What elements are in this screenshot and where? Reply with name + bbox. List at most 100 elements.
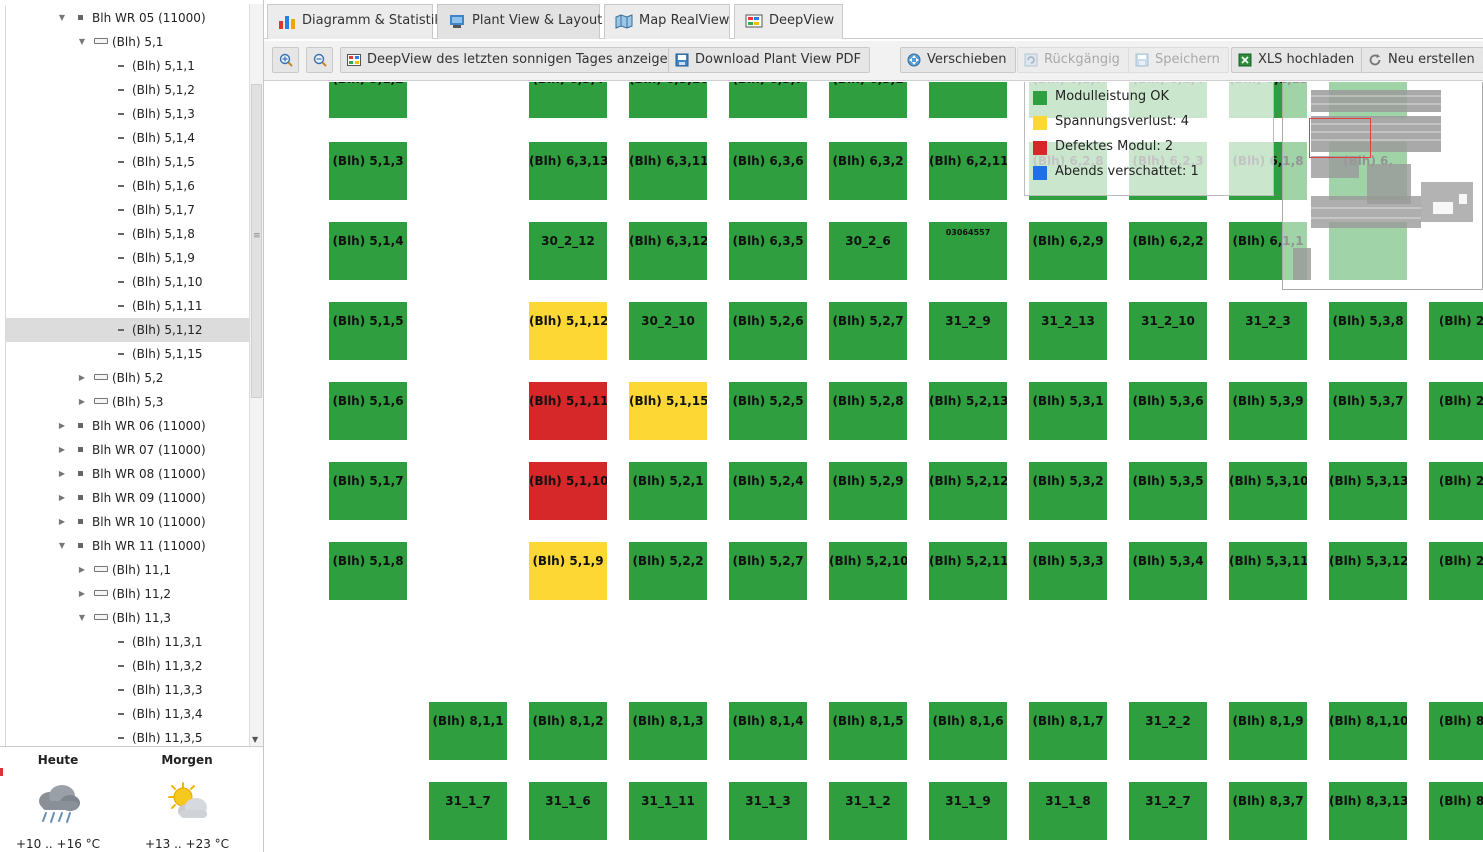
pv-module[interactable]: 31_1_2 xyxy=(829,782,907,840)
pv-module[interactable]: (Blh) 5,2,2 xyxy=(629,542,707,600)
tree-item[interactable]: ▶ (Blh) 5,2 xyxy=(6,366,249,390)
collapse-arrow-icon[interactable]: ▼ xyxy=(56,6,68,30)
plant-view-canvas[interactable]: (Blh) 5,1,2 (Blh) 6,3,4 (Blh) 6,3,10 (Blh) … xyxy=(264,82,1483,852)
collapse-arrow-icon[interactable]: ▼ xyxy=(56,534,68,558)
tree-item[interactable]: (Blh) 5,1,15 xyxy=(6,342,249,366)
pv-module[interactable]: (Blh) 5,3,13 xyxy=(1329,462,1407,520)
tree-item[interactable]: (Blh) 5,1,8 xyxy=(6,222,249,246)
pv-module[interactable]: (Blh) 5,3,9 xyxy=(1229,382,1307,440)
tree-item[interactable]: (Blh) 5,1,4 xyxy=(6,126,249,150)
tree-item[interactable]: (Blh) 11,3,3 xyxy=(6,678,249,702)
collapse-arrow-icon[interactable]: ▼ xyxy=(76,30,88,54)
pv-module[interactable]: (Blh) 2,1 xyxy=(1429,462,1483,520)
tree-item[interactable]: (Blh) 5,1,7 xyxy=(6,198,249,222)
pv-module[interactable]: 31_1_3 xyxy=(729,782,807,840)
pv-module[interactable]: (Blh) 6,3,12 xyxy=(629,222,707,280)
pv-module[interactable]: 30_2_10 xyxy=(629,302,707,360)
pv-module[interactable]: (Blh) 8,1,3 xyxy=(629,702,707,760)
pv-module[interactable]: (Blh) 5,2,1 xyxy=(629,462,707,520)
tree-item[interactable]: ▶ Blh WR 09 (11000) xyxy=(6,486,249,510)
pv-module[interactable]: (Blh) 5,1,4 xyxy=(329,222,407,280)
tree-item[interactable]: ▶ (Blh) 5,3 xyxy=(6,390,249,414)
pv-module[interactable]: (Blh) 5,2,7 xyxy=(829,302,907,360)
pv-module[interactable]: (Blh) 8,3,7 xyxy=(1229,782,1307,840)
tree-item[interactable]: (Blh) 5,1,12 xyxy=(6,318,249,342)
pv-module[interactable]: (Blh) 5,3,7 xyxy=(1329,382,1407,440)
pv-module[interactable]: (Blh) 2,1 xyxy=(1429,302,1483,360)
pv-module[interactable]: (Blh) 5,2,4 xyxy=(729,462,807,520)
expand-arrow-icon[interactable]: ▶ xyxy=(76,390,88,414)
pv-module[interactable]: (Blh) 5,1,9 xyxy=(529,542,607,600)
pv-module[interactable]: (Blh) 6,3,11 xyxy=(629,142,707,200)
tree-item[interactable]: (Blh) 5,1,2 xyxy=(6,78,249,102)
scroll-down-arrow-icon[interactable]: ▼ xyxy=(252,735,258,744)
pv-module[interactable]: 31_1_6 xyxy=(529,782,607,840)
collapse-arrow-icon[interactable]: ▼ xyxy=(76,606,88,630)
tree-scrollbar[interactable]: ≡ ▼ xyxy=(249,4,263,746)
pv-module[interactable]: (Blh) 8,1 xyxy=(1429,702,1483,760)
xls-upload-button[interactable]: XLS hochladen xyxy=(1231,47,1364,73)
save-button[interactable]: Speichern xyxy=(1128,47,1229,73)
pv-module[interactable]: (Blh) 5,2,5 xyxy=(729,382,807,440)
plant-tree[interactable]: ▼ Blh WR 05 (11000) ▼ (Blh) 5,1 (Blh) 5,1,1 (… xyxy=(5,6,249,746)
tree-item[interactable]: ▶ Blh WR 08 (11000) xyxy=(6,462,249,486)
tree-item[interactable]: ▶ Blh WR 10 (11000) xyxy=(6,510,249,534)
recreate-button[interactable]: Neu erstellen xyxy=(1361,47,1483,73)
tree-item[interactable]: (Blh) 5,1,3 xyxy=(6,102,249,126)
undo-button[interactable]: Rückgängig xyxy=(1017,47,1129,73)
tree-item[interactable]: ▶ (Blh) 11,2 xyxy=(6,582,249,606)
pv-module[interactable]: (Blh) 6,2,9 xyxy=(1029,222,1107,280)
tree-item[interactable]: ▼ (Blh) 11,3 xyxy=(6,606,249,630)
pv-module[interactable]: (Blh) 5,2,12 xyxy=(929,462,1007,520)
pv-module[interactable]: (Blh) 5,3,6 xyxy=(1129,382,1207,440)
pv-module[interactable]: (Blh) 6,3,13 xyxy=(529,142,607,200)
pv-module[interactable]: (Blh) 6,3,1 xyxy=(829,82,907,118)
pv-module[interactable]: (Blh) 6,3,5 xyxy=(729,222,807,280)
tree-item[interactable]: (Blh) 5,1,1 xyxy=(6,54,249,78)
pv-module[interactable]: (Blh) 6,2,11 xyxy=(929,142,1007,200)
tree-item[interactable]: (Blh) 5,1,10 xyxy=(6,270,249,294)
tab-deepview[interactable]: DeepView xyxy=(734,4,843,39)
pv-module[interactable]: (Blh) 5,1,12 xyxy=(529,302,607,360)
pv-module[interactable]: (Blh) 8,3,13 xyxy=(1329,782,1407,840)
pv-module[interactable]: (Blh) 8,1,4 xyxy=(729,702,807,760)
download-pdf-button[interactable]: Download Plant View PDF xyxy=(668,47,870,73)
pv-module[interactable]: (Blh) 5,3,5 xyxy=(1129,462,1207,520)
expand-arrow-icon[interactable]: ▶ xyxy=(76,558,88,582)
pv-module[interactable]: (Blh) 5,2,13 xyxy=(929,382,1007,440)
pv-module[interactable]: (Blh) 5,3,8 xyxy=(1329,302,1407,360)
pv-module[interactable]: (Blh) 8,1,5 xyxy=(829,702,907,760)
pv-module[interactable] xyxy=(929,82,1007,118)
pv-module[interactable]: (Blh) 5,1,15 xyxy=(629,382,707,440)
expand-arrow-icon[interactable]: ▶ xyxy=(56,462,68,486)
pv-module[interactable]: (Blh) 5,2,7 xyxy=(729,542,807,600)
pv-module[interactable]: (Blh) 5,1,11 xyxy=(529,382,607,440)
tab-map-realview[interactable]: Map RealView xyxy=(604,4,730,39)
pv-module[interactable]: 03064557 xyxy=(929,222,1007,280)
pv-module[interactable]: 31_2_2 xyxy=(1129,702,1207,760)
tree-item[interactable]: (Blh) 11,3,4 xyxy=(6,702,249,726)
tree-item[interactable]: (Blh) 11,3,1 xyxy=(6,630,249,654)
tree-item[interactable]: ▼ Blh WR 05 (11000) xyxy=(6,6,249,30)
expand-arrow-icon[interactable]: ▶ xyxy=(56,486,68,510)
pv-module[interactable]: (Blh) 5,1,5 xyxy=(329,302,407,360)
pv-module[interactable]: (Blh) 2,1 xyxy=(1429,542,1483,600)
pv-module[interactable]: 31_1_7 xyxy=(429,782,507,840)
pv-module[interactable]: (Blh) 6,3,6 xyxy=(729,142,807,200)
pv-module[interactable]: 30_2_12 xyxy=(529,222,607,280)
pv-module[interactable]: 31_2_10 xyxy=(1129,302,1207,360)
pv-module[interactable]: (Blh) 6,3,2 xyxy=(829,142,907,200)
pv-module[interactable]: (Blh) 5,2,11 xyxy=(929,542,1007,600)
pv-module[interactable]: 31_1_11 xyxy=(629,782,707,840)
pv-module[interactable]: (Blh) 5,3,3 xyxy=(1029,542,1107,600)
expand-arrow-icon[interactable]: ▶ xyxy=(76,366,88,390)
pv-module[interactable]: (Blh) 8,1,9 xyxy=(1229,702,1307,760)
deepview-last-sunny-day-button[interactable]: DeepView des letzten sonnigen Tages anze… xyxy=(340,47,685,73)
pv-module[interactable]: 31_2_13 xyxy=(1029,302,1107,360)
expand-arrow-icon[interactable]: ▶ xyxy=(56,438,68,462)
expand-arrow-icon[interactable]: ▶ xyxy=(76,582,88,606)
tab-plant-view-layout[interactable]: Plant View & Layout xyxy=(437,4,602,39)
pv-module[interactable]: 31_2_7 xyxy=(1129,782,1207,840)
expand-arrow-icon[interactable]: ▶ xyxy=(56,510,68,534)
pv-module[interactable]: (Blh) 8,3 xyxy=(1429,782,1483,840)
